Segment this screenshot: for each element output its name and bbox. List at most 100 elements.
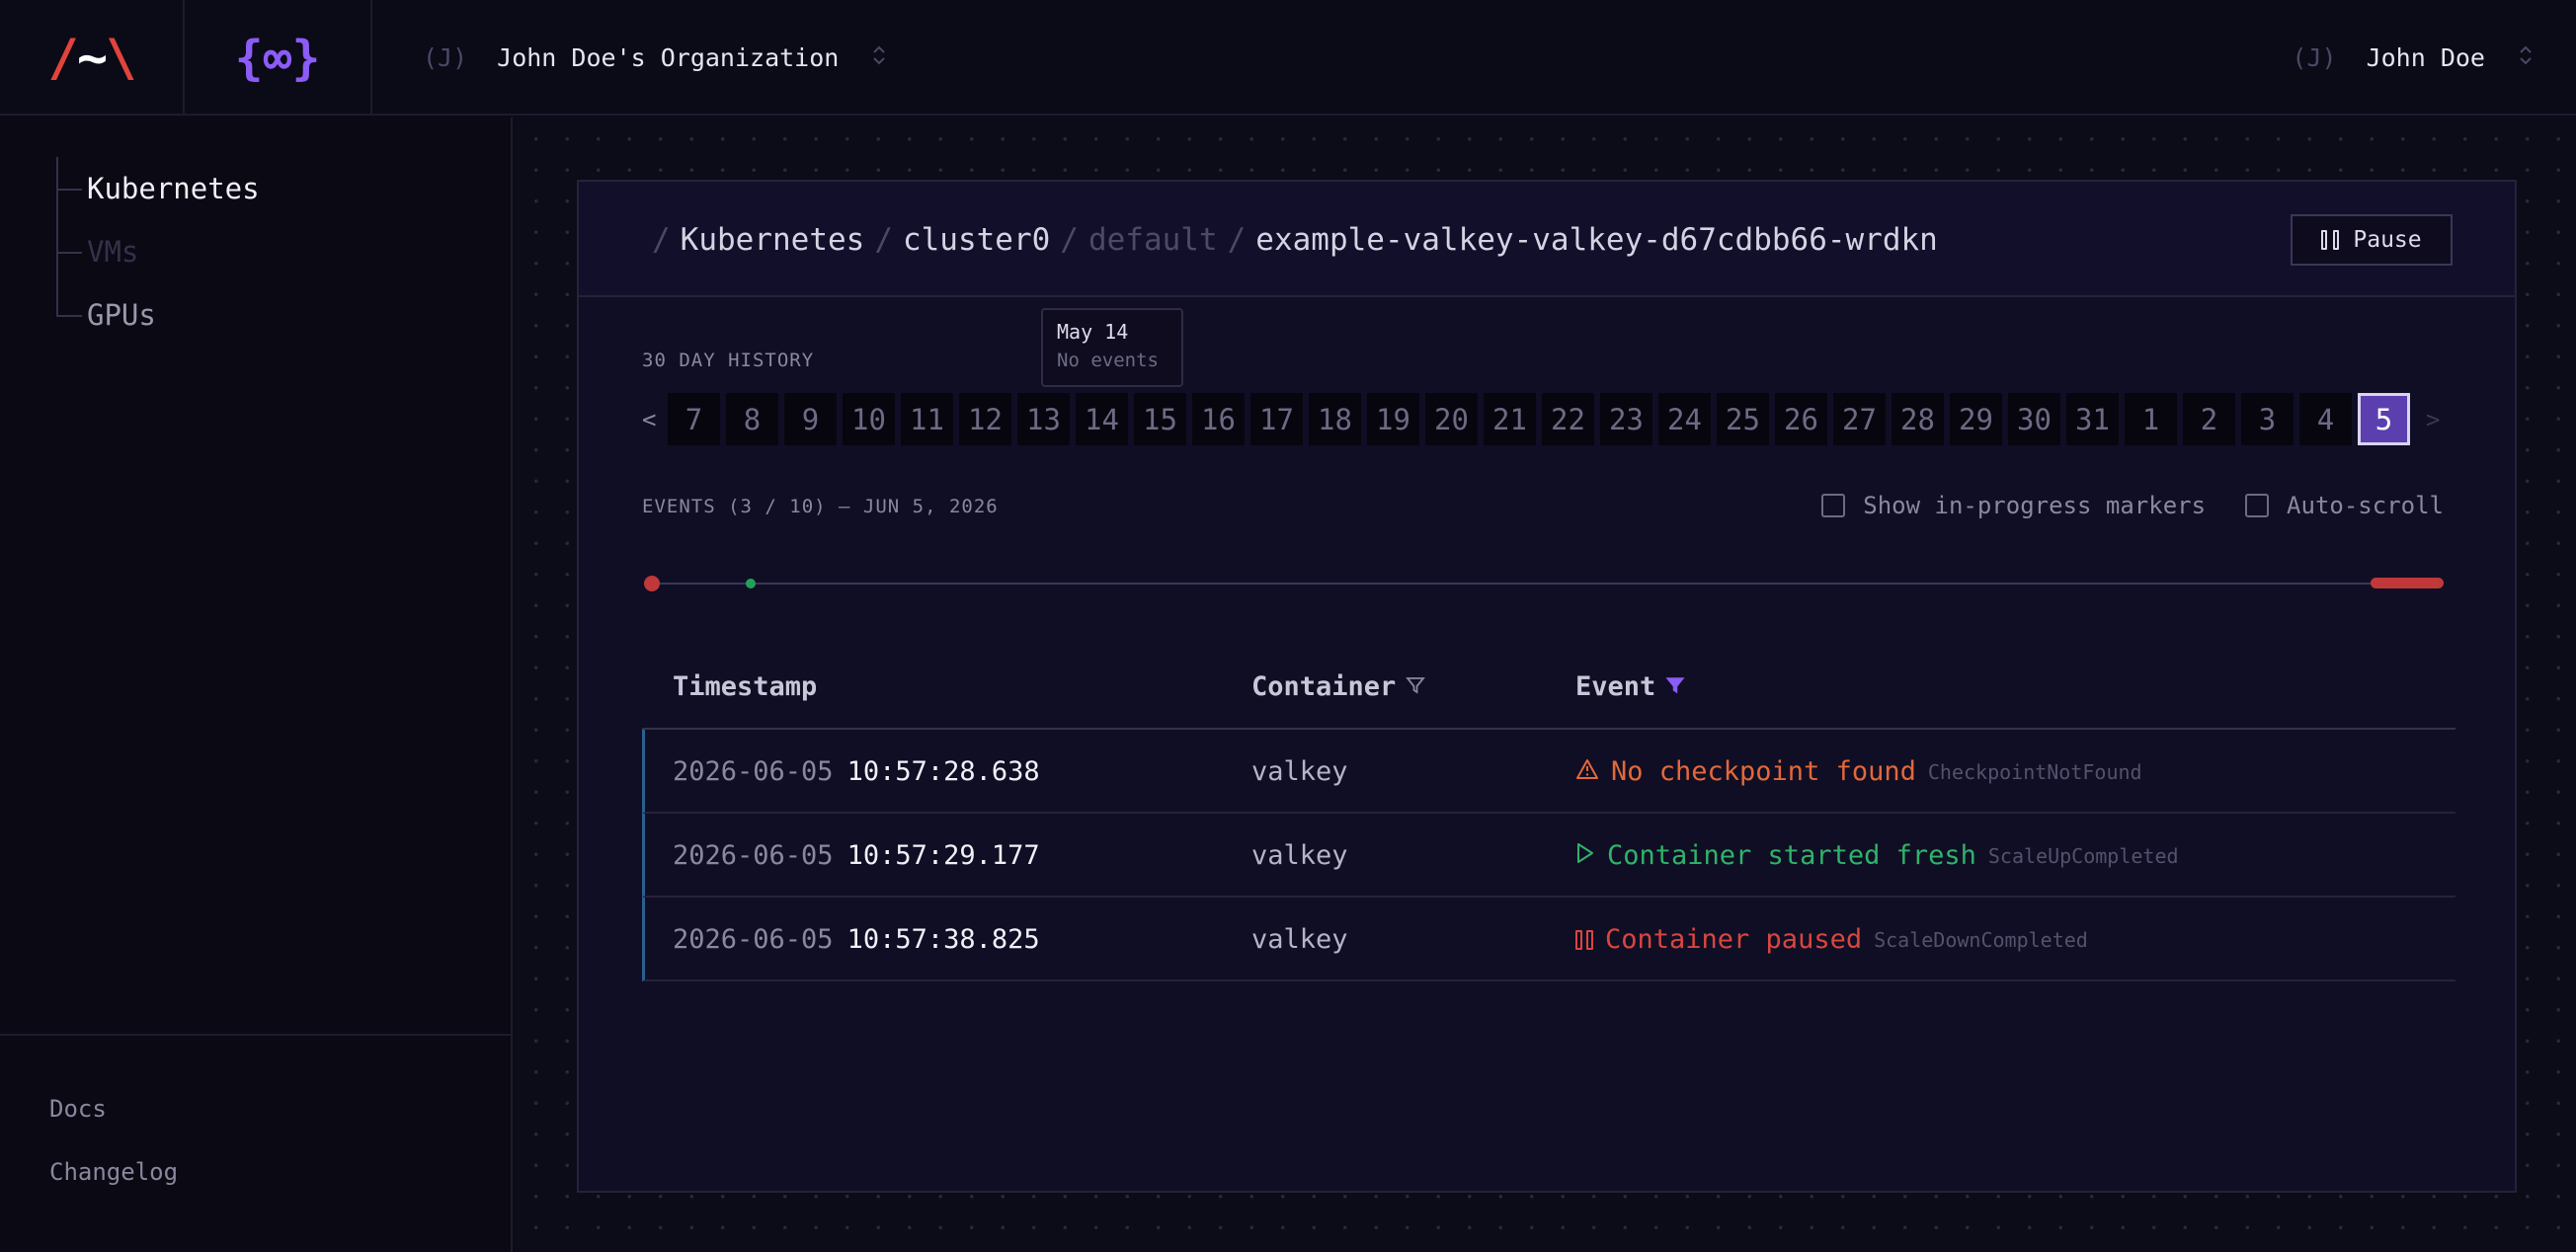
- show-markers-option[interactable]: Show in-progress markers: [1821, 492, 2206, 519]
- play-icon: [1575, 840, 1595, 871]
- header-container: Container: [1251, 671, 1426, 702]
- day-button[interactable]: 1: [2125, 393, 2177, 445]
- brand-logo[interactable]: /~\: [0, 0, 185, 116]
- day-button[interactable]: 17: [1250, 393, 1303, 445]
- day-button[interactable]: 16: [1192, 393, 1245, 445]
- auto-scroll-option[interactable]: Auto-scroll: [2245, 492, 2444, 519]
- auto-scroll-label: Auto-scroll: [2287, 492, 2444, 519]
- logo-mark: /~\: [47, 28, 137, 88]
- timeline-track: [652, 583, 2420, 585]
- pause-label: Pause: [2353, 227, 2422, 253]
- prev-days-button[interactable]: <: [642, 406, 668, 433]
- event-options: Show in-progress markers Auto-scroll: [1782, 492, 2444, 519]
- container-cell: valkey: [1251, 924, 1348, 955]
- table-row[interactable]: 2026-06-05 10:57:28.638 valkey No checkp…: [642, 730, 2455, 814]
- breadcrumb-cluster[interactable]: cluster0: [903, 222, 1050, 258]
- breadcrumb: / Kubernetes / cluster0 / default / exam…: [652, 221, 1938, 258]
- timeline-marker-pause[interactable]: [2371, 578, 2444, 588]
- day-button[interactable]: 10: [843, 393, 895, 445]
- history-label: 30 DAY HISTORY: [642, 350, 815, 371]
- day-button[interactable]: 22: [1542, 393, 1594, 445]
- day-button[interactable]: 29: [1950, 393, 2002, 445]
- sidebar-item-label: Kubernetes: [87, 172, 260, 205]
- day-button[interactable]: 13: [1017, 393, 1070, 445]
- day-button[interactable]: 3: [2241, 393, 2294, 445]
- user-initial: (J): [2292, 43, 2337, 72]
- breadcrumb-namespace[interactable]: default: [1088, 222, 1218, 258]
- day-button[interactable]: 25: [1717, 393, 1769, 445]
- day-button[interactable]: 4: [2299, 393, 2352, 445]
- filter-icon[interactable]: [1406, 671, 1426, 702]
- pause-button[interactable]: Pause: [2291, 214, 2453, 266]
- events-table: Timestamp Container Event 2026-06-05 10:…: [642, 646, 2455, 981]
- show-markers-checkbox[interactable]: [1821, 494, 1846, 517]
- user-name: John Doe: [2366, 43, 2485, 72]
- header-timestamp: Timestamp: [673, 671, 818, 702]
- day-button[interactable]: 20: [1425, 393, 1478, 445]
- org-name: John Doe's Organization: [497, 43, 840, 72]
- header-event: Event: [1575, 671, 1685, 702]
- chevron-updown-icon: [2519, 43, 2533, 73]
- timestamp-cell: 2026-06-05 10:57:28.638: [673, 756, 1040, 787]
- container-cell: valkey: [1251, 840, 1348, 871]
- chevron-updown-icon: [872, 43, 886, 73]
- tooltip-text: No events: [1057, 350, 1159, 371]
- sidebar-nav: Kubernetes VMs GPUs: [51, 157, 260, 347]
- day-button[interactable]: 24: [1658, 393, 1711, 445]
- day-button[interactable]: 7: [668, 393, 720, 445]
- day-button[interactable]: 9: [784, 393, 837, 445]
- org-initial: (J): [423, 43, 468, 72]
- filter-active-icon[interactable]: [1665, 671, 1685, 702]
- day-button[interactable]: 31: [2066, 393, 2119, 445]
- event-title: No checkpoint found: [1611, 756, 1916, 787]
- sidebar-item-gpus[interactable]: GPUs: [51, 283, 260, 347]
- timeline-marker-warning[interactable]: [644, 576, 660, 591]
- day-button[interactable]: 28: [1892, 393, 1944, 445]
- day-list: 7 8 9 10 11 12 13 14 15 16 17 18 19 20 21 22 23 24 25 26 27 2…: [668, 393, 2416, 445]
- sidebar-item-label: VMs: [87, 235, 139, 269]
- day-button[interactable]: 14: [1076, 393, 1128, 445]
- next-days-button[interactable]: >: [2426, 406, 2452, 433]
- changelog-link[interactable]: Changelog: [49, 1158, 178, 1186]
- infinity-logo: {∞}: [234, 30, 321, 86]
- sidebar-item-label: GPUs: [87, 298, 156, 332]
- tree-line: [56, 283, 84, 347]
- user-menu[interactable]: (J) John Doe: [2292, 0, 2533, 116]
- day-button[interactable]: 26: [1775, 393, 1827, 445]
- event-cell: No checkpoint found CheckpointNotFound: [1575, 730, 2142, 814]
- docs-link[interactable]: Docs: [49, 1095, 107, 1123]
- panel-header: / Kubernetes / cluster0 / default / exam…: [579, 182, 2515, 297]
- table-row[interactable]: 2026-06-05 10:57:38.825 valkey Container…: [642, 898, 2455, 981]
- day-button[interactable]: 15: [1134, 393, 1186, 445]
- breadcrumb-kubernetes[interactable]: Kubernetes: [681, 222, 865, 258]
- day-button[interactable]: 8: [726, 393, 778, 445]
- tooltip-date: May 14: [1057, 320, 1129, 344]
- timeline-marker-start[interactable]: [746, 579, 756, 588]
- main-area: / Kubernetes / cluster0 / default / exam…: [515, 117, 2576, 1252]
- day-button[interactable]: 30: [2008, 393, 2060, 445]
- timestamp-cell: 2026-06-05 10:57:38.825: [673, 924, 1040, 955]
- pause-icon: [1575, 929, 1593, 950]
- day-strip: < 7 8 9 10 11 12 13 14 15 16 17 18 19 20 21 22 23 24 25 26 2…: [642, 393, 2452, 445]
- breadcrumb-pod: example-valkey-valkey-d67cdbb66-wrdkn: [1255, 221, 1938, 258]
- day-button[interactable]: 19: [1367, 393, 1419, 445]
- day-button[interactable]: 5: [2358, 393, 2410, 445]
- day-button[interactable]: 23: [1600, 393, 1652, 445]
- table-row[interactable]: 2026-06-05 10:57:29.177 valkey Container…: [642, 814, 2455, 898]
- day-button[interactable]: 18: [1309, 393, 1361, 445]
- day-button[interactable]: 21: [1484, 393, 1536, 445]
- day-button[interactable]: 27: [1833, 393, 1886, 445]
- event-title: Container started fresh: [1607, 840, 1976, 871]
- sidebar-item-kubernetes[interactable]: Kubernetes: [51, 157, 260, 220]
- org-switcher[interactable]: (J) John Doe's Organization: [423, 0, 886, 116]
- product-logo[interactable]: {∞}: [185, 0, 372, 116]
- event-code: ScaleDownCompleted: [1874, 927, 2088, 952]
- day-button[interactable]: 12: [959, 393, 1011, 445]
- day-button[interactable]: 11: [901, 393, 953, 445]
- event-title: Container paused: [1605, 924, 1863, 955]
- timestamp-cell: 2026-06-05 10:57:29.177: [673, 840, 1040, 871]
- event-timeline[interactable]: [642, 576, 2444, 591]
- day-button[interactable]: 2: [2183, 393, 2235, 445]
- auto-scroll-checkbox[interactable]: [2245, 494, 2270, 517]
- sidebar-footer: Docs Changelog: [0, 1034, 511, 1252]
